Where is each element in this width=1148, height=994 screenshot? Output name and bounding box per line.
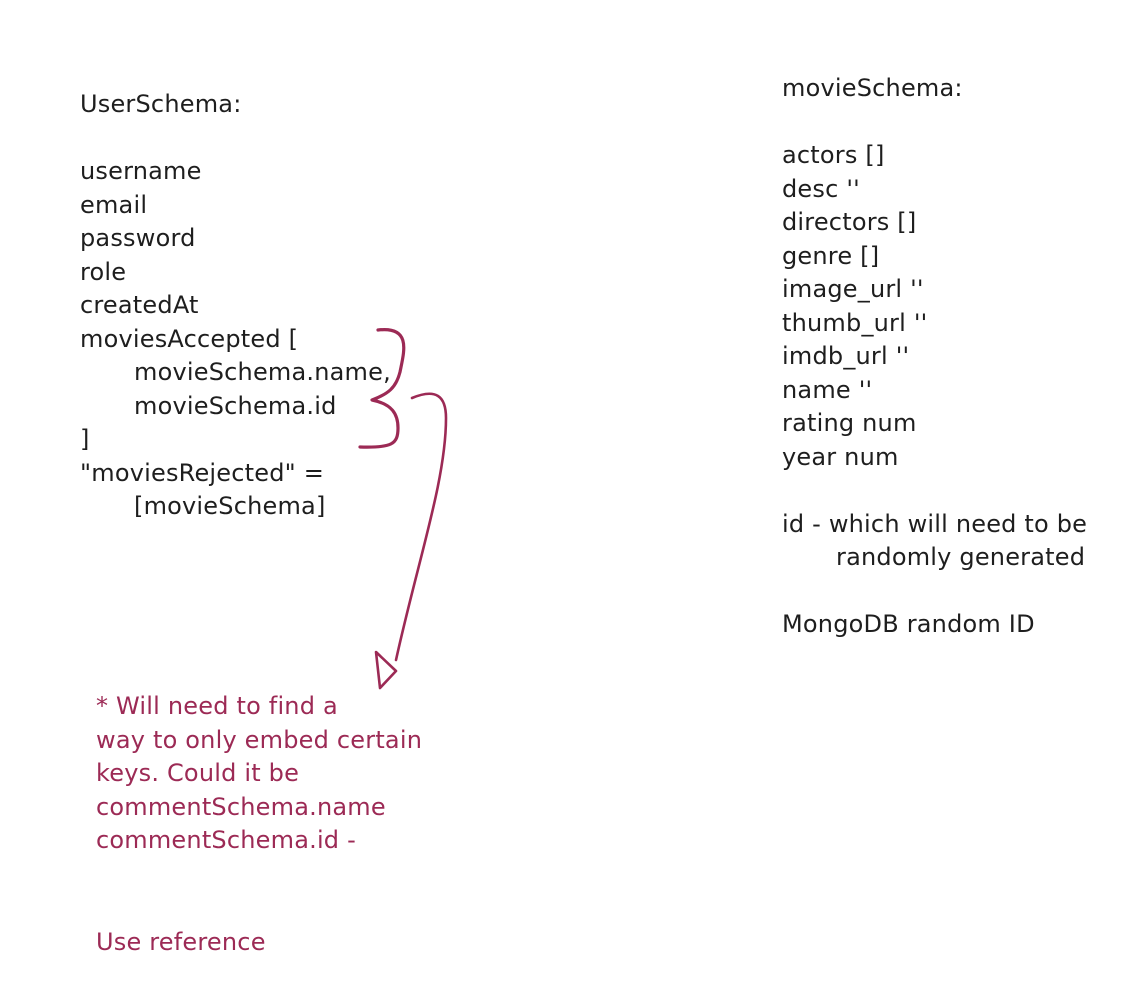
field-desc: desc '': [782, 174, 860, 203]
movies-accepted-item-id: movieSchema.id: [134, 391, 337, 420]
field-image-url: image_url '': [782, 275, 924, 303]
field-created-at: createdAt: [80, 291, 199, 319]
field-rating: rating num: [782, 409, 917, 437]
movie-schema-title: movieSchema:: [782, 74, 963, 102]
field-actors: actors []: [782, 141, 885, 169]
id-note-line1: id - which will need to be: [782, 509, 1088, 538]
embed-note-block: * Will need to find a way to only embed …: [96, 690, 422, 858]
movies-accepted-item-name: movieSchema.name,: [134, 358, 391, 386]
user-schema-title: UserSchema:: [80, 90, 242, 118]
field-year: year num: [782, 442, 899, 471]
movies-accepted-open: moviesAccepted [: [80, 324, 299, 353]
field-directors: directors []: [782, 208, 917, 236]
field-password: password: [80, 224, 196, 252]
movies-rejected-line1: "moviesRejected" =: [80, 458, 325, 487]
movies-rejected-line2: [movieSchema]: [134, 492, 326, 520]
movie-schema-block: movieSchema: actors [] desc '' directors…: [782, 72, 1087, 642]
field-email: email: [80, 190, 148, 219]
id-note-line2: randomly generated: [836, 543, 1086, 571]
field-thumb-url: thumb_url '': [782, 308, 928, 337]
field-role: role: [80, 257, 127, 286]
embed-note-line4: commentSchema.name: [96, 792, 386, 821]
embed-note-line5: commentSchema.id -: [96, 826, 356, 854]
embed-note-line1: * Will need to find a: [96, 692, 338, 720]
whiteboard-canvas: UserSchema: username email password role…: [0, 0, 1148, 994]
field-genre: genre []: [782, 241, 880, 270]
embed-note-line2: way to only embed certain: [96, 725, 423, 754]
arrow-connector-line: [394, 392, 448, 662]
user-schema-block: UserSchema: username email password role…: [80, 88, 391, 524]
use-reference-note: Use reference: [96, 928, 266, 956]
field-name: name '': [782, 375, 873, 404]
embed-note-line3: keys. Could it be: [96, 759, 300, 787]
field-username: username: [80, 157, 202, 185]
movies-accepted-close: ]: [80, 425, 90, 453]
mongo-note: MongoDB random ID: [782, 610, 1035, 638]
arrow-head-shape: [374, 650, 398, 690]
field-imdb-url: imdb_url '': [782, 342, 910, 370]
